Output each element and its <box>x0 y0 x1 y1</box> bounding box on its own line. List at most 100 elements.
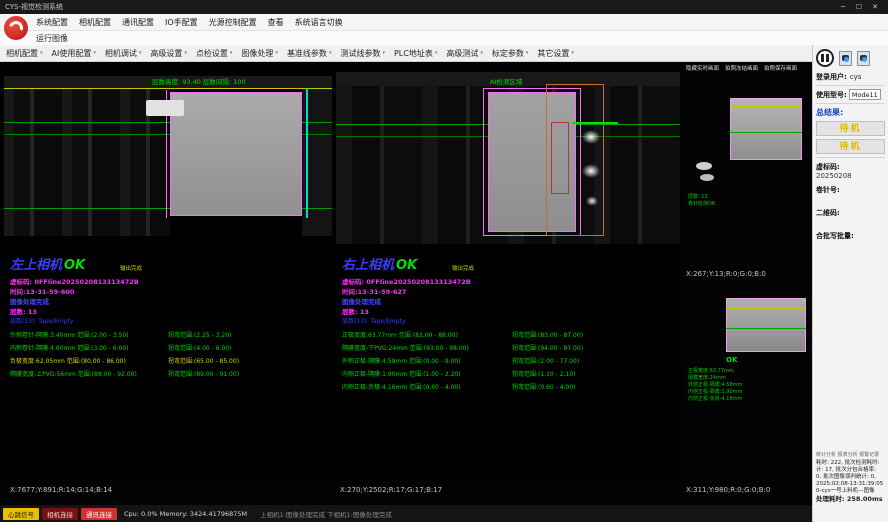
left-barcode: 虚标码: 0FFIine2025020813313472B <box>10 276 139 286</box>
tab-run-image[interactable]: 运行图像 <box>36 33 68 44</box>
cpu-memory-status: Cpu: 0.0% Memory: 3424.41796875M <box>124 510 247 518</box>
view-option-freeze[interactable]: 拍照冻结画面 <box>725 64 758 72</box>
toolbar-ai-config[interactable]: AI使用配置 <box>52 48 96 59</box>
toolbar-image-processing[interactable]: 图像处理 <box>241 48 278 59</box>
right-ok-status: OK <box>396 258 417 273</box>
toolbar-spot-check[interactable]: 点检设置 <box>196 48 233 59</box>
left-result-line: 左上相机OK <box>10 254 85 273</box>
right-time: 时间:13-31-59-627 <box>342 286 406 296</box>
statistics-header: 统计分析 报表分析 报警记录 <box>816 451 886 458</box>
batch-field-label: 合批写批量: <box>816 231 885 241</box>
glow-spot <box>582 130 600 144</box>
toolbar-plc-address[interactable]: PLC地址表 <box>394 48 437 59</box>
menu-item-comm-config[interactable]: 通讯配置 <box>122 17 154 28</box>
bright-blob <box>700 174 714 181</box>
mini-stat-line: 正极宽度:63.77mm <box>688 368 742 375</box>
divider <box>816 157 885 158</box>
left-ok-status: OK <box>64 258 85 273</box>
measurement-warn-range: 拐弯范围:(1.10 - 2.10) <box>512 369 575 378</box>
statistics-line: 2025:02:08-13:31:39:05 <box>816 481 886 488</box>
menu-item-io-config[interactable]: IO手配置 <box>165 17 198 28</box>
main-area: 层数高度: 93.40 层数间隔: 100 左上相机OK 输出完成 虚标码: 0… <box>0 62 812 505</box>
process-time-line: 处理耗时: 258.00ms <box>816 495 886 504</box>
status-bar: 心跳信号 相机连接 通讯连接 Cpu: 0.0% Memory: 3424.41… <box>0 505 812 522</box>
pause-button[interactable] <box>816 49 834 67</box>
measurement-value: 正极宽度:63.77mm 范围:(82.00 - 88.00) <box>342 332 458 339</box>
camera-view-left[interactable]: 层数高度: 93.40 层数间隔: 100 左上相机OK 输出完成 虚标码: 0… <box>4 64 332 480</box>
menu-item-system-config[interactable]: 系统配置 <box>36 17 68 28</box>
statistics-block: 统计分析 报表分析 报警记录 耗时: 222, 批次检测耗时: 计: 17, 批… <box>816 451 886 504</box>
cell-block <box>170 92 302 216</box>
toolbar-camera-debug[interactable]: 相机调试 <box>105 48 142 59</box>
toolbar-calibration-params[interactable]: 标定参数 <box>492 48 529 59</box>
title-bar: CYS-视觉检测系统 ─ ☐ ✕ <box>0 0 888 14</box>
camera-snapshot-button[interactable] <box>839 51 852 66</box>
menu-item-language[interactable]: 系统语言切换 <box>295 17 343 28</box>
mini-image-fragment <box>726 298 806 352</box>
measurement-row: 内侧卷针-隔膜:4.60mm 范围:(3.00 - 6.00)拐弯范围:(4.0… <box>10 343 332 355</box>
batch-field-value <box>816 241 885 250</box>
toolbar-other-settings[interactable]: 其它设置 <box>537 48 574 59</box>
left-layer-count: 层数: 13 <box>10 306 37 316</box>
pin-field-label: 卷针号: <box>816 185 885 195</box>
measurement-row: 隔膜宽度-上PVG:56mm 范围:(88.00 - 92.00)拐弯范围:(8… <box>10 369 332 381</box>
measurement-row: 隔膜宽度-下PVG:24mm 范围:(93.00 - 98.00) 拐弯范围:(9… <box>342 343 672 355</box>
bright-green-segment <box>572 122 618 124</box>
right-process-status: 图像处理完成 <box>342 296 381 306</box>
left-output-status: 输出完成 <box>120 264 142 272</box>
camera-process-status: 上相机1:图像处理完成 下相机1:图像处理完成 <box>260 509 392 519</box>
roi-rect-red <box>551 122 569 194</box>
overlay-line-yellow <box>726 308 806 309</box>
toolbar-test-line-params[interactable]: 测试线参数 <box>340 48 385 59</box>
app-logo-icon <box>4 16 28 40</box>
overlay-line-yellow <box>730 106 802 107</box>
view-option-hide-live[interactable]: 隐藏实时画面 <box>686 64 719 72</box>
measurement-warn-range: 拐弯范围:(94.00 - 97.00) <box>512 343 583 352</box>
mini-stat-line: 隔膜宽度:24mm <box>688 375 742 382</box>
toolbar-baseline-params[interactable]: 基准线参数 <box>287 48 332 59</box>
mini-camera-view-bottom[interactable]: OK 正极宽度:63.77mm 隔膜宽度:24mm 外侧正极-隔膜:4.58mm… <box>684 282 810 480</box>
camera-live-button[interactable] <box>857 51 870 66</box>
measurement-row: 内侧正极-隔膜:1.90mm 范围:(1.00 - 2.20)拐弯范围:(1.1… <box>342 369 672 381</box>
toolbar-camera-config[interactable]: 相机配置 <box>6 48 43 59</box>
right-result-line: 右上相机OK <box>342 254 417 273</box>
barcode-field-label: 虚标码: <box>816 162 885 172</box>
login-user-label: 登录用户: <box>816 72 847 82</box>
mini-camera-view-top[interactable]: 层数: 13 卷针检测OK <box>684 76 810 268</box>
measurement-row: 正极宽度:63.77mm 范围:(82.00 - 88.00)拐弯范围:(83.… <box>342 330 672 342</box>
toolbar-advanced-settings[interactable]: 高级设置 <box>150 48 187 59</box>
minimize-button[interactable]: ─ <box>835 1 851 13</box>
overlay-line-green <box>726 328 806 329</box>
mini-stat-line: 层数: 13 <box>688 194 715 201</box>
menu-item-camera-config[interactable]: 相机配置 <box>79 17 111 28</box>
result-status-badge: 待机 <box>816 139 885 154</box>
right-layer-detail: 层数(13): Tape/Empty <box>342 316 405 325</box>
menu-item-view[interactable]: 查看 <box>268 17 284 28</box>
mini-views-column: 隐藏实时画面 拍照冻结画面 拍照保存画面 层数: 13 卷针检测OK X:267… <box>684 64 810 484</box>
right-view-coordinates: X:270;Y:2502;R:17;G:17;B:17 <box>340 486 442 494</box>
measurement-warn-range: 拐弯范围:(65.00 - 85.00) <box>168 356 239 365</box>
glow-spot <box>582 164 600 178</box>
view-option-save[interactable]: 拍照保存画面 <box>764 64 797 72</box>
measurement-value: 隔膜宽度-上PVG:56mm 范围:(88.00 - 92.00) <box>10 371 137 378</box>
machinery-background <box>4 76 170 236</box>
measurement-row: 内侧正极-负极:4.16mm 范围:(0.60 - 4.00)拐弯范围:(0.6… <box>342 382 672 394</box>
model-select[interactable]: Mode11 <box>849 89 881 100</box>
measurement-value: 负极宽度:62.05mm 范围:(80.00 - 86.00) <box>10 358 126 365</box>
left-time: 时间:13-31-59-600 <box>10 286 74 296</box>
mini-stat-line: 内侧正极-隔膜:1.90mm <box>688 389 742 396</box>
pin-field-value <box>816 195 885 204</box>
measurement-value: 隔膜宽度-下PVG:24mm 范围:(93.00 - 98.00) <box>342 345 469 352</box>
measurement-value: 内侧正极-负极:4.16mm 范围:(0.60 - 4.00) <box>342 384 461 391</box>
mini-top-coordinates: X:267;Y:13;R:0;G:0;B:0 <box>686 270 766 278</box>
close-button[interactable]: ✕ <box>867 1 883 13</box>
toolbar-advanced-test[interactable]: 高级测试 <box>446 48 483 59</box>
maximize-button[interactable]: ☐ <box>851 1 867 13</box>
right-camera-name: 右上相机 <box>342 258 394 273</box>
left-camera-image: 层数高度: 93.40 层数间隔: 100 <box>4 76 332 236</box>
result-status-badge: 待机 <box>816 121 885 136</box>
camera-view-right[interactable]: AI检测区域 右上相机OK 输出完成 虚标码: 0FFIine202502081… <box>336 64 680 480</box>
menu-item-light-config[interactable]: 光源控制配置 <box>209 17 257 28</box>
login-user-value: cys <box>850 73 862 81</box>
measurement-value: 外侧卷针-隔膜:3.40mm 范围:(2.00 - 3.50) <box>10 332 129 339</box>
